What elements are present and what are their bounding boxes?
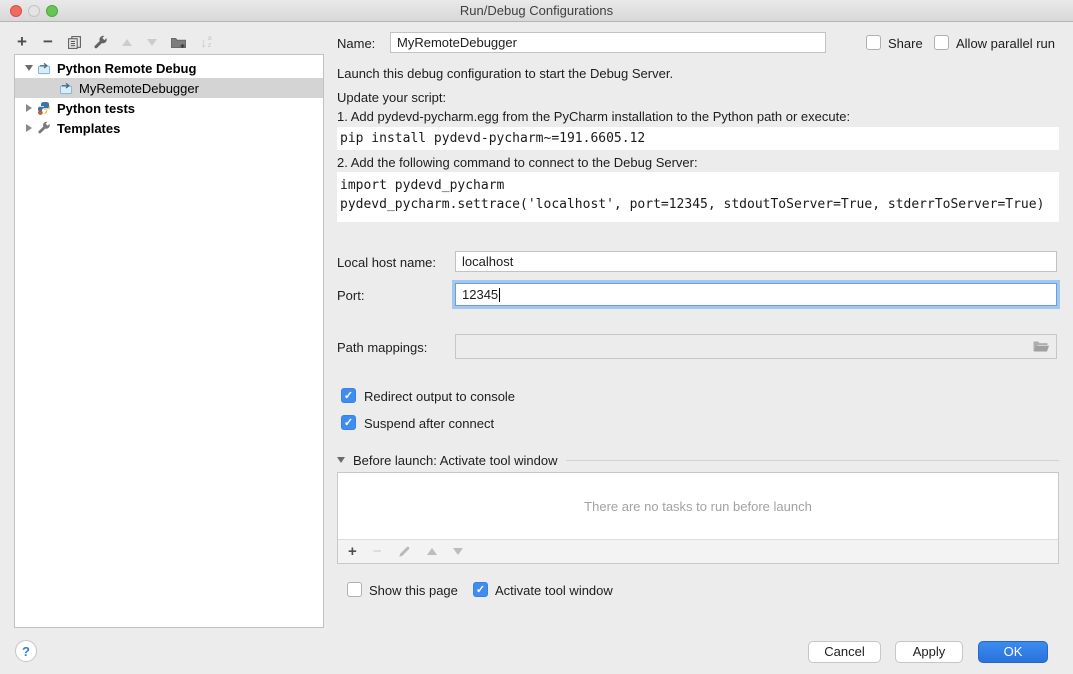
move-up-button[interactable] xyxy=(117,32,137,52)
remove-configuration-button[interactable]: − xyxy=(38,32,58,52)
wrench-icon xyxy=(93,35,108,50)
redirect-output-label: Redirect output to console xyxy=(364,389,515,404)
chevron-right-icon[interactable] xyxy=(26,104,32,112)
tree-item-label: Python Remote Debug xyxy=(57,61,196,76)
arrow-down-icon xyxy=(147,39,157,46)
port-input[interactable]: 12345 xyxy=(455,283,1057,306)
sort-configurations-button[interactable]: ↓az xyxy=(196,32,216,52)
share-checkbox[interactable] xyxy=(866,35,881,50)
suspend-after-connect-label: Suspend after connect xyxy=(364,416,494,431)
check-icon: ✓ xyxy=(476,583,485,596)
move-down-button[interactable] xyxy=(142,32,162,52)
arrow-up-icon xyxy=(122,39,132,46)
instruction-line-1: Launch this debug configuration to start… xyxy=(337,66,673,81)
chevron-down-icon[interactable] xyxy=(25,65,33,71)
activate-tool-window-checkbox[interactable]: ✓ xyxy=(473,582,488,597)
instruction-step-1: 1. Add pydevd-pycharm.egg from the PyCha… xyxy=(337,109,850,124)
path-mappings-label: Path mappings: xyxy=(337,340,427,355)
configurations-tree: Python Remote Debug MyRemoteDebugger xyxy=(14,54,324,628)
tree-item-label: Python tests xyxy=(57,101,135,116)
zoom-window-button[interactable] xyxy=(46,5,58,17)
port-label: Port: xyxy=(337,288,364,303)
local-host-name-label: Local host name: xyxy=(337,255,436,270)
tree-item-python-tests[interactable]: Python tests xyxy=(15,98,323,118)
before-launch-header[interactable]: Before launch: Activate tool window xyxy=(337,452,1059,468)
minimize-window-button[interactable] xyxy=(28,5,40,17)
tree-item-myremotedebugger[interactable]: MyRemoteDebugger xyxy=(15,78,323,98)
name-input[interactable] xyxy=(390,32,826,53)
question-mark-icon: ? xyxy=(22,644,30,659)
show-this-page-label: Show this page xyxy=(369,583,458,598)
activate-tool-window-label: Activate tool window xyxy=(495,583,613,598)
redirect-output-checkbox[interactable]: ✓ xyxy=(341,388,356,403)
allow-parallel-run-label: Allow parallel run xyxy=(956,36,1055,51)
settrace-code-line-1: import pydevd_pycharm xyxy=(340,176,1056,195)
window-title: Run/Debug Configurations xyxy=(460,3,613,18)
text-cursor xyxy=(499,288,500,302)
apply-button[interactable]: Apply xyxy=(895,641,963,663)
tree-item-label: MyRemoteDebugger xyxy=(79,81,199,96)
create-new-folder-button[interactable] xyxy=(168,32,188,52)
instruction-line-2: Update your script: xyxy=(337,90,446,105)
settrace-code-line-2: pydevd_pycharm.settrace('localhost', por… xyxy=(340,195,1056,214)
chevron-right-icon[interactable] xyxy=(26,124,32,132)
empty-tasks-message: There are no tasks to run before launch xyxy=(338,473,1058,539)
path-mappings-input[interactable] xyxy=(455,334,1057,359)
instruction-step-2: 2. Add the following command to connect … xyxy=(337,155,698,170)
copy-configuration-button[interactable] xyxy=(64,32,84,52)
plus-icon: + xyxy=(17,32,27,52)
check-icon: ✓ xyxy=(344,416,353,429)
remote-debug-config-icon xyxy=(37,62,52,75)
sort-az-icon: ↓az xyxy=(200,35,211,50)
ok-button[interactable]: OK xyxy=(978,641,1048,663)
python-tests-icon xyxy=(37,101,51,115)
before-launch-title: Before launch: Activate tool window xyxy=(353,453,558,468)
tree-item-python-remote-debug[interactable]: Python Remote Debug xyxy=(15,58,323,78)
open-folder-icon[interactable] xyxy=(1032,340,1050,353)
close-window-button[interactable] xyxy=(10,5,22,17)
add-task-button[interactable]: + xyxy=(348,542,357,562)
edit-templates-button[interactable] xyxy=(90,32,110,52)
collapse-icon[interactable] xyxy=(337,457,345,463)
tree-item-templates[interactable]: Templates xyxy=(15,118,323,138)
settrace-code-block: import pydevd_pycharm pydevd_pycharm.set… xyxy=(337,172,1059,222)
allow-parallel-run-checkbox[interactable] xyxy=(934,35,949,50)
edit-task-pencil-icon[interactable] xyxy=(398,545,411,558)
suspend-after-connect-checkbox[interactable]: ✓ xyxy=(341,415,356,430)
name-label: Name: xyxy=(337,36,375,51)
title-bar: Run/Debug Configurations xyxy=(0,0,1073,22)
local-host-name-input[interactable] xyxy=(455,251,1057,272)
task-list-toolbar: + − xyxy=(338,539,1058,563)
check-icon: ✓ xyxy=(344,389,353,402)
share-label: Share xyxy=(888,36,923,51)
copy-icon xyxy=(67,35,82,50)
wrench-icon xyxy=(37,121,51,135)
section-divider xyxy=(566,460,1059,461)
show-this-page-checkbox[interactable] xyxy=(347,582,362,597)
folder-plus-icon xyxy=(170,35,187,49)
remote-debug-config-icon xyxy=(59,82,74,95)
tree-item-label: Templates xyxy=(57,121,120,136)
pip-install-code: pip install pydevd-pycharm~=191.6605.12 xyxy=(337,127,1059,150)
run-debug-configurations-dialog: Run/Debug Configurations + − ↓az xyxy=(0,0,1073,674)
help-button[interactable]: ? xyxy=(15,640,37,662)
remove-task-button[interactable]: − xyxy=(373,542,382,562)
minus-icon: − xyxy=(43,32,53,52)
before-launch-task-list: There are no tasks to run before launch … xyxy=(337,472,1059,564)
move-task-up-button[interactable] xyxy=(427,548,437,555)
cancel-button[interactable]: Cancel xyxy=(808,641,881,663)
port-value: 12345 xyxy=(462,287,498,302)
move-task-down-button[interactable] xyxy=(453,548,463,555)
add-configuration-button[interactable]: + xyxy=(12,32,32,52)
